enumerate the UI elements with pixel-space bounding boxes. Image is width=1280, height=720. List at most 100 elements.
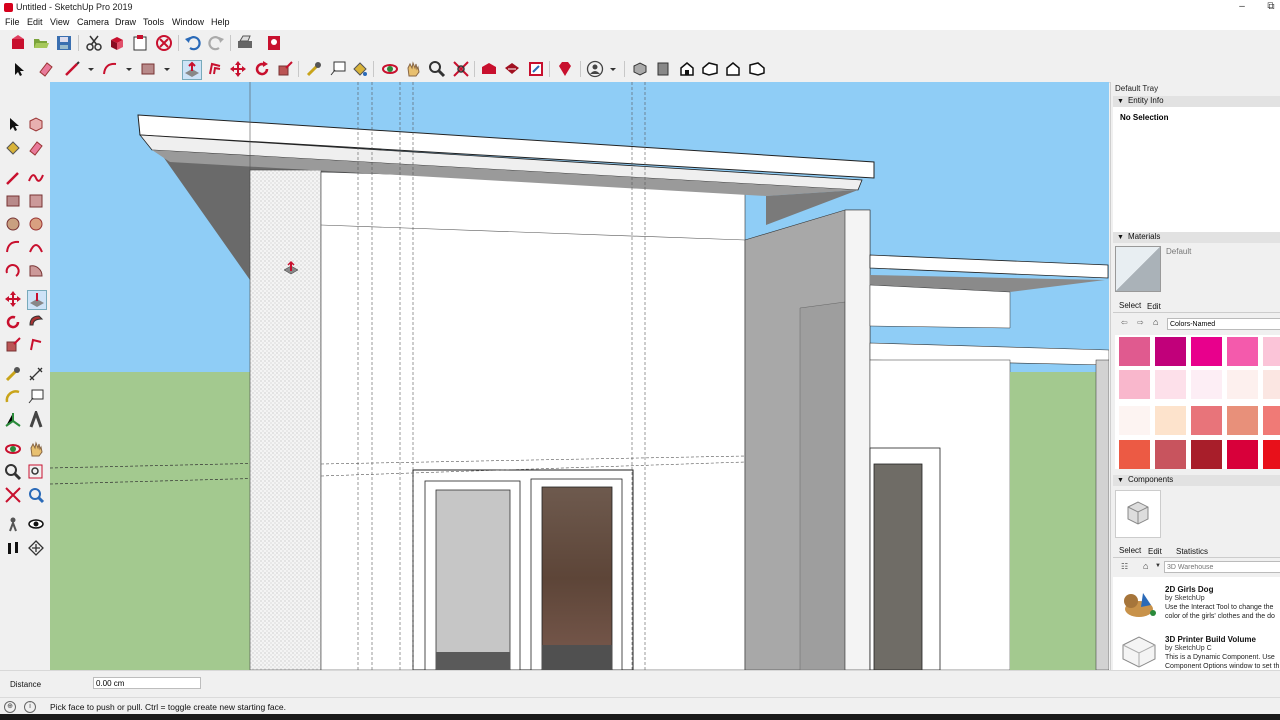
polygon-icon[interactable] (27, 215, 45, 233)
look-around-icon[interactable] (27, 515, 45, 533)
material-swatch[interactable] (1227, 370, 1258, 399)
print-icon[interactable] (236, 34, 254, 52)
material-swatch[interactable] (1155, 440, 1186, 469)
arc-dropdown-icon[interactable] (120, 60, 138, 78)
back-arrow-icon[interactable]: ⇦ (1121, 318, 1128, 327)
component-thumbnail[interactable] (1117, 583, 1161, 623)
push-pull-icon[interactable] (27, 290, 47, 310)
info-icon[interactable]: i (24, 701, 36, 713)
menu-file[interactable]: File (5, 17, 20, 27)
material-library-select[interactable]: Colors-Named (1167, 318, 1280, 330)
forward-arrow-icon[interactable]: ⇨ (1137, 318, 1144, 327)
zoom-window-icon[interactable] (27, 463, 45, 481)
paint-bucket-icon[interactable] (4, 139, 22, 157)
material-swatch[interactable] (1155, 370, 1186, 399)
paste-icon[interactable] (131, 34, 149, 52)
zoom-icon[interactable] (4, 463, 22, 481)
zoom-extents-icon[interactable] (452, 60, 470, 78)
eraser-icon[interactable] (37, 60, 55, 78)
menu-camera[interactable]: Camera (77, 17, 109, 27)
previous-view-icon[interactable] (27, 486, 45, 504)
component-thumbnail[interactable] (1117, 631, 1161, 669)
material-swatch[interactable] (1119, 370, 1150, 399)
material-swatch[interactable] (1191, 440, 1222, 469)
eraser-icon[interactable] (27, 139, 45, 157)
tape-measure-icon[interactable] (4, 365, 22, 383)
follow-me-icon[interactable] (27, 313, 45, 331)
components-tab-edit[interactable]: Edit (1148, 547, 1162, 556)
material-swatch[interactable] (1191, 406, 1222, 435)
3d-text-icon[interactable] (27, 411, 45, 429)
arc-icon[interactable] (4, 238, 22, 256)
entity-info-header[interactable]: ▼ Entity Info (1113, 96, 1280, 107)
walk-icon[interactable] (4, 539, 22, 557)
material-swatch[interactable] (1263, 440, 1280, 469)
material-swatch[interactable] (1155, 337, 1186, 366)
home-icon[interactable]: ⌂ (1143, 561, 1148, 571)
warehouse-icon[interactable] (480, 60, 498, 78)
menu-help[interactable]: Help (211, 17, 230, 27)
save-icon[interactable] (55, 34, 73, 52)
three-point-arc-icon[interactable] (4, 261, 22, 279)
component-title[interactable]: 2D Girls Dog (1165, 585, 1213, 594)
text-icon[interactable] (329, 60, 347, 78)
back-view-icon[interactable] (724, 60, 742, 78)
scale-icon[interactable] (276, 60, 294, 78)
minimize-button[interactable]: – (1232, 1, 1252, 12)
extension-warehouse-icon[interactable] (503, 60, 521, 78)
measurements-input[interactable]: 0.00 cm (93, 677, 201, 689)
line-dropdown-icon[interactable] (82, 60, 100, 78)
geo-location-icon[interactable]: ⊕ (4, 701, 16, 713)
menu-edit[interactable]: Edit (27, 17, 43, 27)
model-info-icon[interactable] (265, 34, 283, 52)
offset-icon[interactable] (27, 336, 45, 354)
tape-measure-icon[interactable] (305, 60, 323, 78)
orbit-icon[interactable] (4, 440, 22, 458)
zoom-icon[interactable] (428, 60, 446, 78)
warehouse-search-input[interactable] (1164, 561, 1280, 573)
materials-tab-edit[interactable]: Edit (1147, 302, 1161, 311)
zoom-extents-icon[interactable] (4, 486, 22, 504)
new-model-icon[interactable] (9, 34, 27, 52)
select-icon[interactable] (4, 115, 22, 133)
scale-icon[interactable] (4, 336, 22, 354)
move-icon[interactable] (229, 60, 247, 78)
redo-icon[interactable] (207, 34, 225, 52)
components-tab-select[interactable]: Select (1119, 546, 1141, 555)
orbit-icon[interactable] (381, 60, 399, 78)
axes-icon[interactable] (4, 411, 22, 429)
menu-tools[interactable]: Tools (143, 17, 164, 27)
paint-bucket-icon[interactable] (351, 60, 369, 78)
material-swatch[interactable] (1119, 337, 1150, 366)
material-swatch[interactable] (1191, 370, 1222, 399)
account-icon[interactable] (586, 60, 604, 78)
position-camera-icon[interactable] (4, 515, 22, 533)
materials-tab-select[interactable]: Select (1119, 301, 1141, 310)
top-view-icon[interactable] (654, 60, 672, 78)
iso-view-icon[interactable] (631, 60, 649, 78)
text-icon[interactable] (27, 388, 45, 406)
dimension-icon[interactable] (27, 365, 45, 383)
front-view-icon[interactable] (678, 60, 696, 78)
layout-icon[interactable] (527, 60, 545, 78)
cut-icon[interactable] (85, 34, 103, 52)
right-view-icon[interactable] (701, 60, 719, 78)
arc-icon[interactable] (101, 60, 119, 78)
offset-icon[interactable] (206, 60, 224, 78)
rectangle-icon[interactable] (4, 192, 22, 210)
line-icon[interactable] (63, 60, 81, 78)
material-swatch[interactable] (1263, 370, 1280, 399)
account-dropdown-icon[interactable] (604, 60, 622, 78)
line-icon[interactable] (4, 169, 22, 187)
pie-icon[interactable] (27, 261, 45, 279)
left-view-icon[interactable] (748, 60, 766, 78)
components-tab-statistics[interactable]: Statistics (1176, 547, 1208, 556)
select-icon[interactable] (9, 60, 27, 78)
push-pull-icon[interactable] (182, 60, 202, 80)
material-swatch[interactable] (1227, 406, 1258, 435)
material-swatch[interactable] (1119, 440, 1150, 469)
rotate-icon[interactable] (253, 60, 271, 78)
material-swatch[interactable] (1227, 337, 1258, 366)
rotate-icon[interactable] (4, 313, 22, 331)
material-swatch[interactable] (1263, 337, 1280, 366)
